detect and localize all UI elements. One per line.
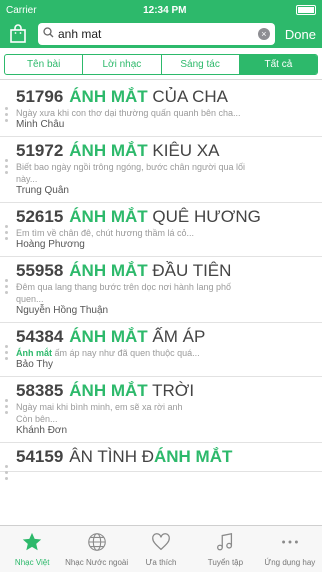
author-name: Nguyễn Hồng Thuận: [16, 305, 109, 316]
segment-0[interactable]: Tên bài: [5, 55, 84, 74]
heart-icon: [150, 531, 172, 558]
lyric-line-1: Biết bao ngày ngồi trông ngóng, bước châ…: [16, 162, 246, 172]
battery-icon: [293, 4, 316, 16]
song-title: 58385 ÁNH MẮT TRỜI: [16, 381, 314, 401]
song-title-highlight: ÁNH MẮT: [69, 381, 148, 400]
song-title-rest: KIÊU XA: [147, 141, 220, 160]
more-icon: [279, 531, 301, 558]
tab-label: Ứng dụng hay: [264, 558, 316, 567]
song-number: 54384: [16, 327, 64, 346]
song-title-rest: ẤM ÁP: [147, 327, 206, 346]
lyric-preview: Em tìm về chân đê, chút hương thầm lá cỏ…: [16, 227, 314, 239]
song-title: 54384 ÁNH MẮT ẤM ÁP: [16, 327, 314, 347]
song-row[interactable]: 54159 ÂN TÌNH ĐÁNH MẮT: [0, 443, 322, 480]
clock: 12:34 PM: [143, 4, 187, 16]
drag-handle-icon[interactable]: [5, 399, 8, 417]
segment-3[interactable]: Tất cả: [239, 55, 317, 74]
segment-1[interactable]: Lời nhạc: [83, 55, 162, 74]
author-name: Hoàng Phương: [16, 239, 85, 250]
lyric-line-1: Đêm qua lang thang bước trên dọc nơi hàn…: [16, 282, 231, 292]
author-name: Bảo Thy: [16, 359, 54, 370]
drag-handle-icon[interactable]: [5, 225, 8, 243]
song-row[interactable]: 58385 ÁNH MẮT TRỜI Ngày mai khi bình minh,…: [0, 377, 322, 443]
tab-globe[interactable]: Nhạc Nước ngoài: [64, 526, 128, 572]
author-name: Minh Châu: [16, 119, 65, 130]
song-number: 51972: [16, 141, 64, 160]
lyric-preview: Biết bao ngày ngồi trông ngóng, bước châ…: [16, 161, 314, 173]
search-box[interactable]: ×: [38, 23, 275, 45]
song-title-highlight: ÁNH MẮT: [69, 327, 148, 346]
clear-search-icon[interactable]: ×: [257, 28, 270, 40]
song-title-highlight: ÁNH MẮT: [153, 447, 233, 466]
lyric-line-1: Ngày xưa khi con thơ dại thường quấn qua…: [16, 108, 241, 118]
song-number: 58385: [16, 381, 64, 400]
tab-star[interactable]: Nhạc Việt: [0, 526, 64, 572]
author-name: Khánh Đơn: [16, 425, 68, 436]
music-note-icon: [214, 531, 236, 558]
song-title-rest: TRỜI: [147, 381, 195, 400]
drag-handle-icon[interactable]: [5, 465, 8, 483]
song-title-prefix: ÂN TÌNH Đ: [69, 447, 154, 466]
drag-handle-icon[interactable]: [5, 279, 8, 297]
segment-2[interactable]: Sáng tác: [162, 55, 240, 74]
filter-segments-bar: Tên bài Lời nhạc Sáng tác Tất cả: [0, 48, 322, 80]
lyric-preview: Ngày mai khi bình minh, em sẽ xa rời anh: [16, 401, 314, 413]
song-title: 55958 ÁNH MẮT ĐẦU TIÊN: [16, 261, 314, 281]
lyric-highlight: Ánh mắt: [16, 348, 52, 358]
lyric-line-1: Ngày mai khi bình minh, em sẽ xa rời anh: [16, 402, 183, 412]
tab-label: Nhạc Việt: [14, 558, 50, 567]
tab-label: Tuyển tập: [207, 558, 244, 567]
lyric-preview: Ngày xưa khi con thơ dại thường quấn qua…: [16, 107, 314, 119]
shopping-bag-icon[interactable]: [6, 23, 30, 45]
tab-more[interactable]: Ứng dụng hay: [258, 526, 322, 572]
status-bar: Carrier 12:34 PM: [0, 0, 322, 20]
song-title-rest: QUÊ HƯƠNG: [147, 207, 261, 226]
song-number: 54159: [16, 447, 64, 466]
lyric-line-2: Còn bên...: [16, 414, 58, 424]
carrier-label: Carrier: [6, 4, 37, 16]
song-title: 51972 ÁNH MẮT KIÊU XA: [16, 141, 314, 161]
song-row[interactable]: 55958 ÁNH MẮT ĐẦU TIÊN Đêm qua lang thang …: [0, 257, 322, 323]
drag-handle-icon[interactable]: [5, 345, 8, 363]
song-title-highlight: ÁNH MẮT: [69, 207, 148, 226]
song-list[interactable]: 51796 ÁNH MẮT CỦA CHA Ngày xưa khi con thơ…: [0, 85, 322, 526]
song-number: 51796: [16, 87, 64, 106]
lyric-line-2: quen...: [16, 294, 44, 304]
song-title-highlight: ÁNH MẮT: [69, 87, 148, 106]
segmented-control: Tên bài Lời nhạc Sáng tác Tất cả: [4, 54, 318, 75]
tab-heart[interactable]: Ưa thích: [129, 526, 193, 572]
lyric-line-1: ấm áp nay như đã quen thuộc quá...: [52, 348, 200, 358]
song-title-rest: CỦA CHA: [147, 87, 228, 106]
song-title-highlight: ÁNH MẮT: [69, 141, 148, 160]
song-title: 52615 ÁNH MẮT QUÊ HƯƠNG: [16, 207, 314, 227]
search-input[interactable]: [54, 27, 258, 41]
lyric-line-2: này...: [16, 174, 38, 184]
drag-handle-icon[interactable]: [5, 107, 8, 125]
song-row[interactable]: 51796 ÁNH MẮT CỦA CHA Ngày xưa khi con thơ…: [0, 85, 322, 137]
tab-music-note[interactable]: Tuyển tập: [193, 526, 257, 572]
globe-icon: [86, 531, 108, 558]
star-icon: [21, 531, 43, 558]
song-title-highlight: ÁNH MẮT: [69, 261, 148, 280]
tab-bar: Nhạc Việt Nhạc Nước ngoài Ưa thích Tuyển tậ…: [0, 525, 322, 572]
song-row[interactable]: 54384 ÁNH MẮT ẤM ÁP Ánh mắt ấm áp nay như …: [0, 323, 322, 377]
song-row[interactable]: 52615 ÁNH MẮT QUÊ HƯƠNG Em tìm về chân đê,…: [0, 203, 322, 257]
search-header: × Done: [0, 20, 322, 48]
song-title: 51796 ÁNH MẮT CỦA CHA: [16, 87, 314, 107]
tab-label: Ưa thích: [145, 558, 177, 567]
lyric-line-1: Em tìm về chân đê, chút hương thầm lá cỏ…: [16, 228, 195, 238]
song-row[interactable]: 51972 ÁNH MẮT KIÊU XA Biết bao ngày ngồi t…: [0, 137, 322, 203]
lyric-preview: Đêm qua lang thang bước trên dọc nơi hàn…: [16, 281, 314, 293]
done-button[interactable]: Done: [285, 27, 316, 42]
author-name: Trung Quân: [16, 185, 69, 196]
search-icon: [43, 25, 54, 43]
drag-handle-icon[interactable]: [5, 159, 8, 177]
tab-label: Nhạc Nước ngoài: [65, 558, 129, 567]
lyric-preview: Ánh mắt ấm áp nay như đã quen thuộc quá.…: [16, 347, 314, 359]
song-title-rest: ĐẦU TIÊN: [147, 261, 232, 280]
song-number: 52615: [16, 207, 64, 226]
song-number: 55958: [16, 261, 64, 280]
song-title: 54159 ÂN TÌNH ĐÁNH MẮT: [16, 447, 314, 467]
